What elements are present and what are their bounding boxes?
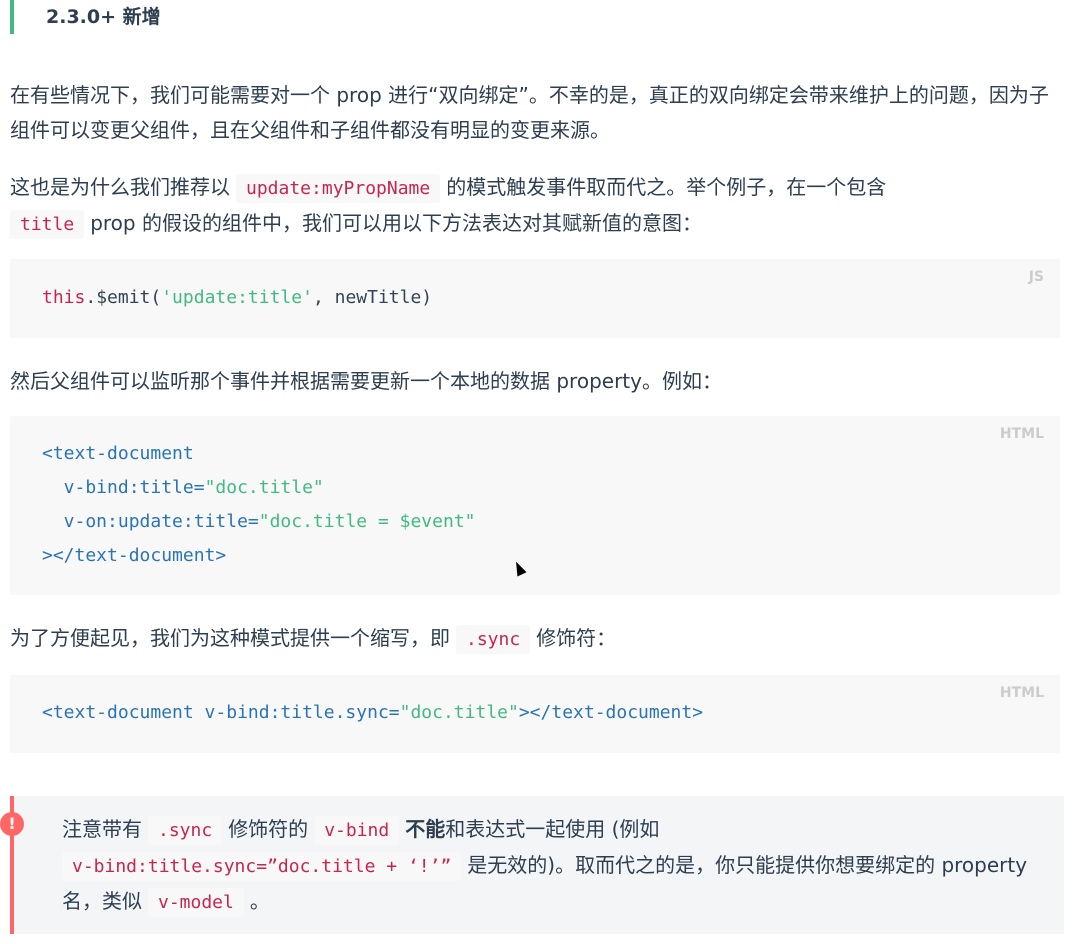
version-tag: 2.3.0+ 新增	[10, 0, 161, 34]
warning-text-a: 注意带有	[62, 817, 142, 841]
p2-text-c: prop 的假设的组件中，我们可以用以下方法表达对其赋新值的意图：	[90, 211, 702, 235]
code-v-model: v-model	[148, 888, 244, 917]
paragraph-two-way-binding: 在有些情况下，我们可能需要对一个 prop 进行“双向绑定”。不幸的是，真正的双…	[10, 83, 1049, 142]
code-title: title	[10, 210, 85, 239]
warning-strong: 不能	[405, 817, 446, 841]
code-keyword: this	[42, 287, 86, 308]
warning-text-c: 和表达式一起使用 (例如	[445, 817, 660, 841]
p4-text-a: 为了方便起见，我们为这种模式提供一个缩写，即	[10, 626, 450, 650]
code-tag: <text-document	[42, 443, 194, 464]
p2-text-b: 的模式触发事件取而代之。举个例子，在一个包含	[446, 175, 887, 199]
code-lang-label: HTML	[999, 426, 1044, 442]
code-block-html-2: HTML <text-document v-bind:title.sync="d…	[10, 675, 1060, 753]
code-text: .$emit(	[85, 287, 162, 308]
code-invalid-example: v-bind:title.sync=”doc.title + ‘!’”	[62, 852, 462, 881]
code-v-bind: v-bind	[314, 816, 400, 845]
warning-text: 注意带有 .sync 修饰符的 v-bind 不能和表达式一起使用 (例如 v-bind:…	[62, 812, 1052, 920]
code-block-js: JS this.$emit('update:title', newTitle)	[10, 259, 1060, 338]
code-block-html-1: HTML <text-document v-bind:title="doc.ti…	[10, 416, 1060, 595]
warning-text-e: 。	[249, 889, 270, 913]
code-string: "doc.title"	[204, 477, 324, 498]
code-sync: .sync	[456, 625, 531, 654]
code-text: , newTitle)	[312, 287, 433, 308]
code-sync: .sync	[148, 816, 223, 845]
paragraph-parent-listen: 然后父组件可以监听那个事件并根据需要更新一个本地的数据 property。例如：	[10, 369, 722, 393]
warning-tip-box: ! 注意带有 .sync 修饰符的 v-bind 不能和表达式一起使用 (例如 v-bin…	[0, 796, 1064, 934]
p2-text-a: 这也是为什么我们推荐以	[10, 175, 230, 199]
paragraph-update-pattern: 这也是为什么我们推荐以 update:myPropName 的模式触发事件取而代之。…	[10, 170, 1060, 242]
code-string: "doc.title = $event"	[258, 511, 476, 532]
warning-text-b: 修饰符的	[228, 817, 309, 841]
code-attr: v-on:update:title=	[42, 511, 259, 532]
code-lang-label: HTML	[999, 685, 1044, 701]
code-string: 'update:title'	[161, 287, 313, 308]
code-update-mypropname: update:myPropName	[236, 174, 441, 203]
code-tag: ></text-document>	[518, 702, 704, 723]
code-attr: v-bind:title=	[42, 477, 205, 498]
code-tag: <text-document v-bind:title.sync=	[42, 702, 400, 723]
code-lang-label: JS	[1028, 269, 1044, 285]
warning-icon: !	[0, 812, 24, 836]
code-string: "doc.title"	[399, 702, 519, 723]
p4-text-b: 修饰符：	[536, 626, 617, 650]
paragraph-sync-shorthand: 为了方便起见，我们为这种模式提供一个缩写，即 .sync 修饰符：	[10, 621, 1060, 657]
code-tag: ></text-document>	[42, 545, 227, 566]
